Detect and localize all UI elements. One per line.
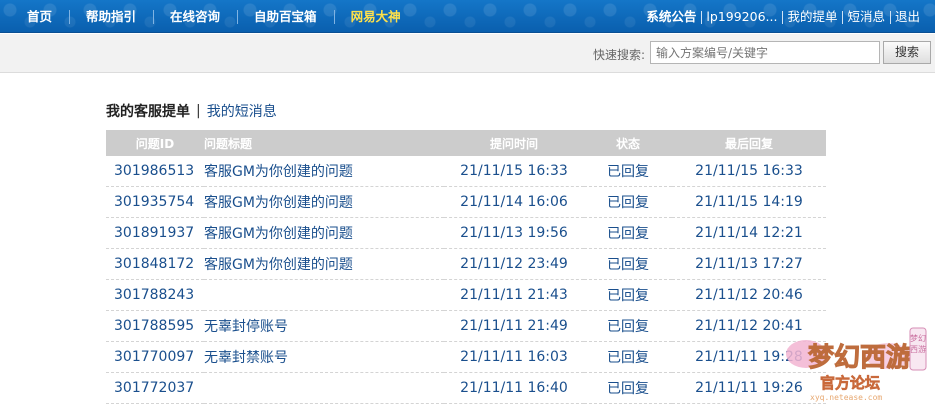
quick-search-input[interactable] bbox=[650, 41, 880, 64]
nav-system-notice[interactable]: 系统公告 bbox=[641, 0, 701, 33]
ticket-last-reply: 21/11/14 12:21 bbox=[672, 217, 826, 249]
ticket-asked-time: 21/11/12 23:49 bbox=[444, 248, 584, 280]
ticket-asked-time: 21/11/11 21:49 bbox=[444, 310, 584, 342]
ticket-asked-time: 21/11/15 16:33 bbox=[444, 156, 584, 187]
ticket-title-link[interactable] bbox=[204, 279, 444, 311]
nav-my-tickets[interactable]: 我的提单 bbox=[782, 0, 842, 33]
top-nav-bar: 首页 帮助指引 在线咨询 自助百宝箱 网易大神 系统公告 lp199206...… bbox=[0, 0, 935, 33]
table-row: 301848172 客服GM为你创建的问题 21/11/12 23:49 已回复… bbox=[106, 248, 826, 280]
ticket-id-link[interactable]: 301770097 bbox=[106, 341, 204, 373]
ticket-title-link[interactable]: 客服GM为你创建的问题 bbox=[204, 248, 444, 280]
tab-my-short-messages[interactable]: 我的短消息 bbox=[207, 101, 277, 121]
ticket-id-link[interactable]: 301848172 bbox=[106, 248, 204, 280]
nav-home[interactable]: 首页 bbox=[0, 0, 69, 33]
ticket-id-link[interactable]: 301891937 bbox=[106, 217, 204, 249]
table-row: 301770097 无辜封禁账号 21/11/11 16:03 已回复 21/1… bbox=[106, 341, 826, 373]
forum-watermark-logo: 梦幻西游 梦幻 西游 官方论坛 xyq.netease.com bbox=[786, 327, 927, 402]
ticket-last-reply: 21/11/12 20:46 bbox=[672, 279, 826, 311]
nav-username[interactable]: lp199206... bbox=[701, 0, 782, 33]
tab-separator: | bbox=[196, 103, 201, 119]
watermark-url: xyq.netease.com bbox=[810, 393, 882, 402]
nav-help-guide[interactable]: 帮助指引 bbox=[69, 0, 153, 33]
nav-netease-dashen[interactable]: 网易大神 bbox=[333, 0, 418, 33]
nav-short-messages[interactable]: 短消息 bbox=[842, 0, 890, 33]
column-header-asked-time: 提问时间 bbox=[444, 130, 584, 156]
ticket-asked-time: 21/11/13 19:56 bbox=[444, 217, 584, 249]
ticket-title-link[interactable]: 客服GM为你创建的问题 bbox=[204, 217, 444, 249]
ticket-status: 已回复 bbox=[584, 186, 672, 218]
ticket-last-reply: 21/11/15 14:19 bbox=[672, 186, 826, 218]
quick-search-bar: 快速搜索: 搜索 bbox=[0, 34, 935, 73]
ticket-status: 已回复 bbox=[584, 310, 672, 342]
ticket-id-link[interactable]: 301772037 bbox=[106, 372, 204, 404]
ticket-asked-time: 21/11/14 16:06 bbox=[444, 186, 584, 218]
ticket-id-link[interactable]: 301788243 bbox=[106, 279, 204, 311]
ticket-title-link[interactable]: 无辜封禁账号 bbox=[204, 341, 444, 373]
ticket-status: 已回复 bbox=[584, 279, 672, 311]
nav-online-consult[interactable]: 在线咨询 bbox=[153, 0, 237, 33]
ticket-title-link[interactable]: 无辜封停账号 bbox=[204, 310, 444, 342]
ticket-title-link[interactable]: 客服GM为你创建的问题 bbox=[204, 156, 444, 187]
ticket-last-reply: 21/11/13 17:27 bbox=[672, 248, 826, 280]
table-row: 301788595 无辜封停账号 21/11/11 21:49 已回复 21/1… bbox=[106, 310, 826, 342]
ticket-table: 问题ID 问题标题 提问时间 状态 最后回复 301986513 客服GM为你创… bbox=[106, 130, 826, 404]
ticket-status: 已回复 bbox=[584, 217, 672, 249]
quick-search-label: 快速搜索: bbox=[592, 48, 645, 62]
nav-self-service-toolbox[interactable]: 自助百宝箱 bbox=[237, 0, 334, 33]
nav-user-menu: 系统公告 lp199206... 我的提单 短消息 退出 bbox=[641, 0, 925, 33]
watermark-game-title: 梦幻西游 bbox=[808, 343, 912, 373]
column-header-status: 状态 bbox=[584, 130, 672, 156]
search-button[interactable]: 搜索 bbox=[883, 41, 931, 64]
table-row: 301772037 21/11/11 16:40 已回复 21/11/11 19… bbox=[106, 372, 826, 404]
table-row: 301788243 21/11/11 21:43 已回复 21/11/12 20… bbox=[106, 279, 826, 311]
watermark-forum-label: 官方论坛 bbox=[820, 374, 880, 392]
svg-text:梦幻: 梦幻 bbox=[910, 333, 926, 343]
ticket-asked-time: 21/11/11 16:03 bbox=[444, 341, 584, 373]
nav-main-menu: 首页 帮助指引 在线咨询 自助百宝箱 网易大神 bbox=[0, 0, 418, 33]
ticket-status: 已回复 bbox=[584, 372, 672, 404]
ticket-title-link[interactable] bbox=[204, 372, 444, 404]
tab-my-service-tickets[interactable]: 我的客服提单 bbox=[106, 101, 190, 121]
table-row: 301935754 客服GM为你创建的问题 21/11/14 16:06 已回复… bbox=[106, 186, 826, 218]
table-header-row: 问题ID 问题标题 提问时间 状态 最后回复 bbox=[106, 130, 826, 156]
ticket-asked-time: 21/11/11 16:40 bbox=[444, 372, 584, 404]
nav-logout[interactable]: 退出 bbox=[889, 0, 925, 33]
table-row: 301891937 客服GM为你创建的问题 21/11/13 19:56 已回复… bbox=[106, 217, 826, 249]
column-header-title: 问题标题 bbox=[204, 130, 444, 156]
ticket-status: 已回复 bbox=[584, 248, 672, 280]
ticket-last-reply: 21/11/15 16:33 bbox=[672, 156, 826, 187]
ticket-tabs: 我的客服提单 | 我的短消息 bbox=[106, 101, 277, 121]
table-row: 301986513 客服GM为你创建的问题 21/11/15 16:33 已回复… bbox=[106, 156, 826, 187]
ticket-status: 已回复 bbox=[584, 341, 672, 373]
ticket-id-link[interactable]: 301935754 bbox=[106, 186, 204, 218]
ticket-id-link[interactable]: 301986513 bbox=[106, 156, 204, 187]
column-header-id: 问题ID bbox=[106, 130, 204, 156]
column-header-last-reply: 最后回复 bbox=[672, 130, 826, 156]
ticket-title-link[interactable]: 客服GM为你创建的问题 bbox=[204, 186, 444, 218]
svg-text:西游: 西游 bbox=[910, 344, 926, 354]
ticket-status: 已回复 bbox=[584, 156, 672, 187]
ticket-asked-time: 21/11/11 21:43 bbox=[444, 279, 584, 311]
ticket-id-link[interactable]: 301788595 bbox=[106, 310, 204, 342]
